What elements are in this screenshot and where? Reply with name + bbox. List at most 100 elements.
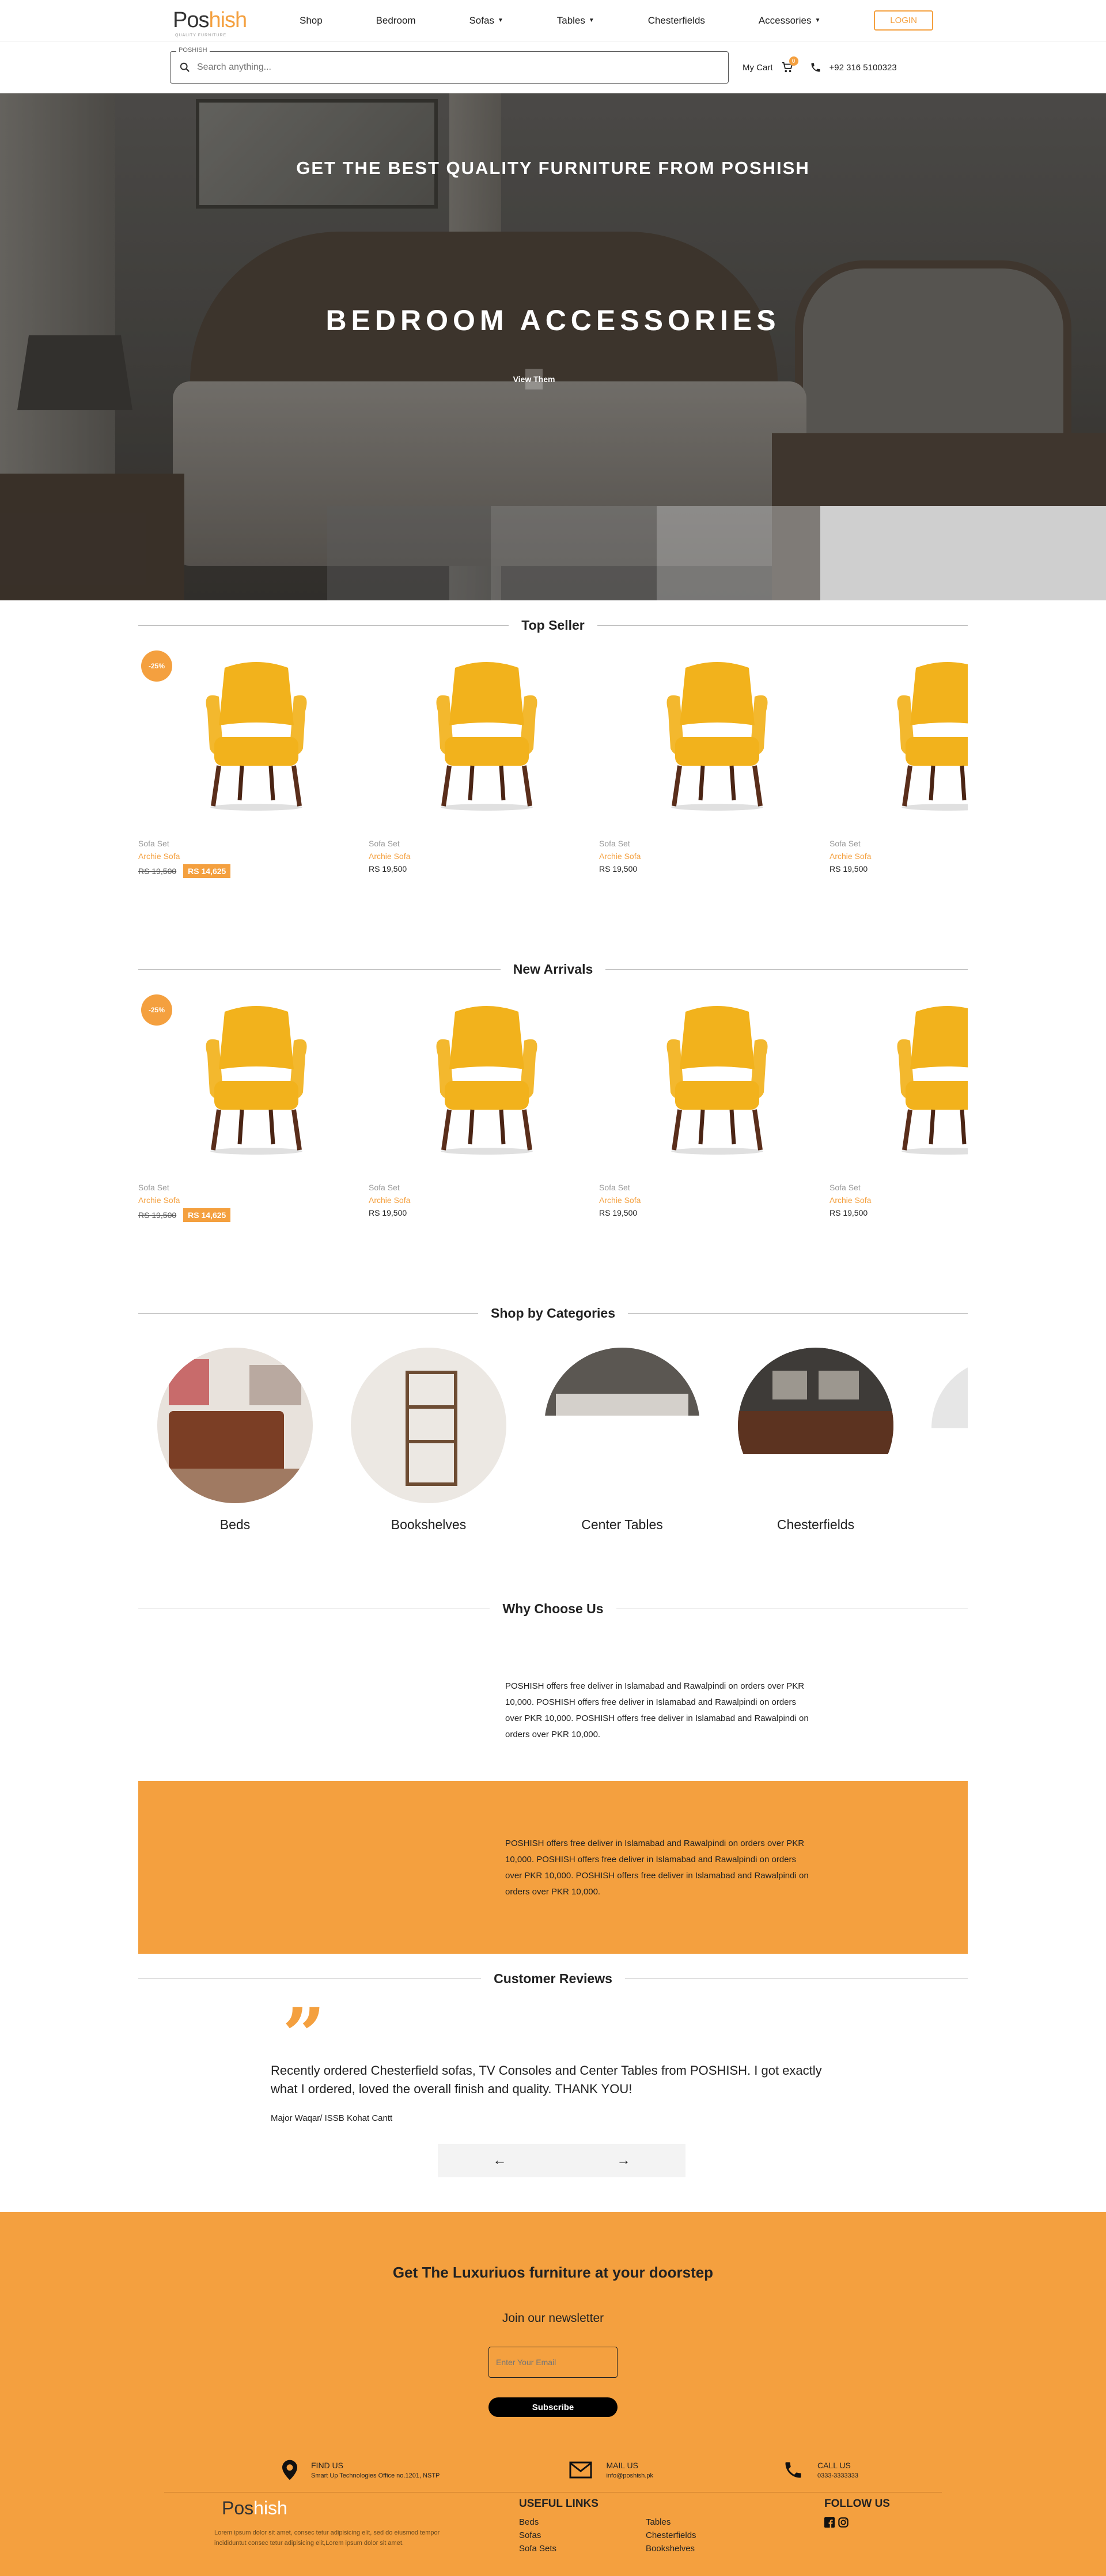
category-chesterfields[interactable]: Chesterfields [719,1348,912,1544]
main-nav: Shop Bedroom Sofas ▼ Tables ▼ Chesterfield… [300,10,933,31]
category-beds-image [157,1348,313,1503]
why-block-2: POSHISH offers free deliver in Islamabad… [138,1781,968,1954]
mail-us-text[interactable]: info@poshish.pk [606,2472,653,2479]
discount-badge: -25% [141,650,172,682]
facebook-icon[interactable] [824,2517,835,2528]
sale-price: RS 14,625 [183,1208,231,1222]
find-us-text: Smart Up Technologies Office no.1201, NS… [311,2472,440,2479]
category-center-tables[interactable]: Center Tables [525,1348,719,1544]
product-card[interactable]: Sofa Set Archie Sofa RS 19,500 [830,645,968,887]
product-card[interactable]: Sofa Set Archie Sofa RS 19,500 [369,645,599,887]
product-name[interactable]: Archie Sofa [830,852,968,861]
footer-link-chesterfields[interactable]: Chesterfields [646,2530,738,2540]
product-name[interactable]: Archie Sofa [369,1196,599,1205]
search-row: POSHISH My Cart 0 +92 316 5100323 [0,41,1106,93]
product-card[interactable]: Sofa Set Archie Sofa RS 19,500 [369,989,599,1231]
cart-label[interactable]: My Cart [743,63,773,73]
product-category: Sofa Set [369,1183,400,1192]
product-category: Sofa Set [599,839,630,848]
nav-sofas[interactable]: Sofas ▼ [469,15,503,27]
arrow-left-icon[interactable]: ← [493,2153,507,2169]
product-name[interactable]: Archie Sofa [830,1196,968,1205]
category-chesterfields-image [738,1348,893,1503]
call-us-text[interactable]: 0333-3333333 [817,2472,858,2479]
phone-number[interactable]: +92 316 5100323 [830,63,897,73]
top-seller-title: Top Seller [138,618,968,633]
nav-tables[interactable]: Tables ▼ [557,15,594,27]
product-name[interactable]: Archie Sofa [138,852,369,861]
chair-image [206,1006,307,1155]
arrow-right-icon[interactable]: → [617,2153,631,2169]
search-box[interactable]: POSHISH [170,47,729,84]
useful-links-title: USEFUL LINKS [519,2498,599,2510]
chair-image [897,1006,968,1155]
search-icon [180,62,190,72]
nav-accessories[interactable]: Accessories ▼ [759,15,821,27]
call-us-title: CALL US [817,2461,851,2470]
newsletter-email-input[interactable] [488,2347,618,2378]
reviews-title: Customer Reviews [138,1971,968,1987]
category-beds[interactable]: Beds [138,1348,332,1544]
chair-image [206,662,307,811]
product-category: Sofa Set [830,839,861,848]
product-card[interactable]: Sofa Set Archie Sofa RS 19,500 [830,989,968,1231]
product-name[interactable]: Archie Sofa [599,1196,830,1205]
logo[interactable]: Poshish QUALITY FURNITURE [173,8,276,37]
new-arrivals-title: New Arrivals [138,962,968,977]
product-card[interactable]: -25% Sofa Set Archie Sofa RS 19,500 RS 14,62… [138,989,369,1231]
old-price: RS 19,500 [138,867,177,876]
footer-link-tables[interactable]: Tables [646,2517,738,2527]
footer-logo[interactable]: Poshish [222,2498,287,2519]
review-nav: ← → [438,2144,685,2177]
subscribe-button[interactable]: Subscribe [488,2397,618,2417]
nav-bedroom[interactable]: Bedroom [376,15,416,27]
section-heading: New Arrivals [513,962,593,977]
map-pin-icon [282,2460,297,2480]
footer-link-sofas[interactable]: Sofas [519,2530,646,2540]
product-category: Sofa Set [830,1183,861,1192]
category-bookshelves[interactable]: Bookshelves [332,1348,525,1544]
nav-chesterfields[interactable]: Chesterfields [648,15,705,27]
categories-title: Shop by Categories [138,1306,968,1321]
product-name[interactable]: Archie Sofa [599,852,830,861]
cart-button[interactable]: 0 [781,56,798,74]
category-label: Center Tables [581,1517,663,1532]
product-name[interactable]: Archie Sofa [369,852,599,861]
mail-icon [569,2461,592,2479]
hero-title: BEDROOM ACCESSORIES [325,304,781,336]
discount-badge: -25% [141,994,172,1026]
price-row: RS 19,500 [830,864,968,873]
product-category: Sofa Set [138,839,169,848]
social-icons [824,2517,890,2528]
category-more[interactable] [912,1348,968,1544]
category-label: Chesterfields [777,1517,855,1532]
contact-row: FIND US Smart Up Technologies Office no.1… [282,2460,858,2480]
product-price: RS 19,500 [599,1208,638,1217]
login-button[interactable]: LOGIN [874,10,933,31]
sale-price: RS 14,625 [183,864,231,878]
caret-down-icon: ▼ [815,17,821,24]
search-label: POSHISH [176,47,210,54]
product-card[interactable]: -25% Sofa Set Archie Sofa RS 19,500 RS 14,62… [138,645,369,887]
product-card[interactable]: Sofa Set Archie Sofa RS 19,500 [599,989,830,1231]
price-row: RS 19,500 RS 14,625 [138,864,369,878]
follow-us: FOLLOW US [824,2498,890,2528]
nav-shop[interactable]: Shop [300,15,323,27]
chair-image [436,662,537,811]
product-card[interactable]: Sofa Set Archie Sofa RS 19,500 [599,645,830,887]
nav-label: Sofas [469,14,494,26]
footer-link-beds[interactable]: Beds [519,2517,646,2527]
hero-banner: GET THE BEST QUALITY FURNITURE FROM POSH… [0,93,1106,600]
call-us: CALL US 0333-3333333 [783,2460,858,2480]
phone-icon [811,63,820,72]
instagram-icon[interactable] [838,2517,849,2528]
search-input[interactable] [197,62,715,73]
product-name[interactable]: Archie Sofa [138,1196,369,1205]
nav-label: Accessories [758,14,812,26]
nav-label: Shop [300,14,323,26]
view-them-button[interactable]: View Them [513,369,555,389]
top-seller-carousel: -25% Sofa Set Archie Sofa RS 19,500 RS 14,62… [138,645,968,887]
section-heading: Why Choose Us [502,1601,604,1616]
caret-down-icon: ▼ [497,17,503,24]
old-price: RS 19,500 [138,1211,177,1220]
